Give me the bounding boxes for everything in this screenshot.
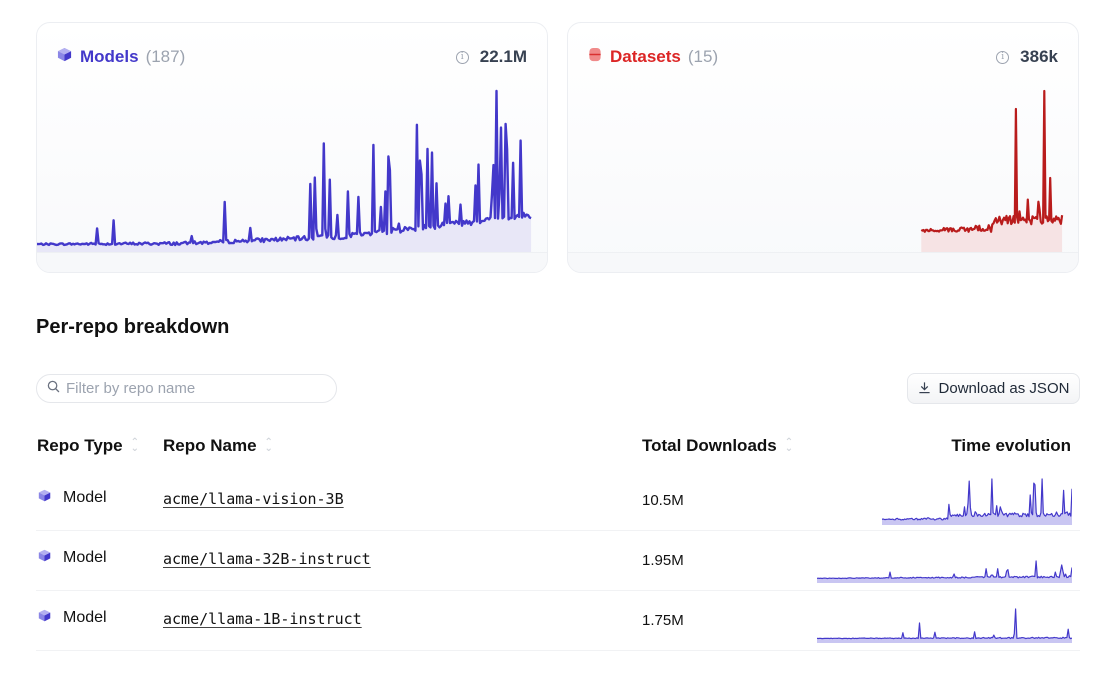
sort-icon[interactable]: ⌃ ⌄ [785,438,793,454]
col-header-time-evolution: Time evolution [951,436,1071,456]
series-area [817,561,1072,583]
cube-icon [38,489,51,507]
download-json-label: Download as JSON [938,380,1070,397]
table-row: Model acme/llama-vision-3B 10.5M [36,471,1080,531]
models-count: (187) [145,47,186,66]
total-downloads: 10.5M [642,492,684,509]
datasets-card: Datasets (15) i 386k [567,22,1079,273]
repo-type: Model [38,549,107,567]
col-header-label: Repo Name [163,436,257,455]
repo-name-link[interactable]: acme/llama-32B-instruct [163,550,371,568]
repo-type: Model [38,609,107,627]
datasets-chart [568,83,1078,255]
col-header-label: Time evolution [951,436,1071,455]
download-json-button[interactable]: Download as JSON [907,373,1080,404]
models-total: 22.1M [479,47,527,66]
series-area [37,91,532,255]
time-evolution-sparkline [882,477,1072,525]
models-card-header: Models (187) i 22.1M [57,45,527,69]
total-downloads: 1.75M [642,612,684,629]
filter-input[interactable] [66,380,306,397]
cube-icon [38,609,51,627]
sort-icon[interactable]: ⌃ ⌄ [265,438,273,454]
models-card: Models (187) i 22.1M [36,22,548,273]
models-chart [37,83,547,255]
repo-type-label: Model [63,609,107,626]
info-icon[interactable]: i [455,50,469,64]
table-row: Model acme/llama-1B-instruct 1.75M [36,591,1080,651]
col-header-repo-name[interactable]: Repo Name ⌃ ⌄ [163,436,273,456]
repo-type-label: Model [63,489,107,506]
database-icon [588,47,602,67]
table-row: Model acme/llama-32B-instruct 1.95M [36,531,1080,591]
repo-type-label: Model [63,549,107,566]
series-line [817,608,1072,640]
col-header-total-downloads[interactable]: Total Downloads ⌃ ⌄ [642,436,793,456]
section-title: Per-repo breakdown [36,316,230,338]
series-line [920,89,1064,233]
models-title: Models [80,47,139,66]
download-icon [918,381,931,397]
col-header-repo-type[interactable]: Repo Type ⌃ ⌄ [37,436,139,456]
datasets-card-header: Datasets (15) i 386k [588,45,1058,69]
repo-name-link[interactable]: acme/llama-vision-3B [163,490,344,508]
datasets-total: 386k [1020,47,1058,66]
col-header-label: Repo Type [37,436,123,455]
col-header-label: Total Downloads [642,436,777,455]
series-line [882,478,1072,521]
search-icon [47,380,60,398]
filter-field[interactable] [36,374,337,403]
datasets-count: (15) [687,47,719,66]
datasets-card-footer [568,252,1078,272]
cube-icon [57,47,72,67]
series-line [817,560,1072,580]
series-line [37,89,532,247]
info-icon[interactable]: i [996,50,1010,64]
models-card-footer [37,252,547,272]
total-downloads: 1.95M [642,552,684,569]
repo-type: Model [38,489,107,507]
time-evolution-sparkline [817,537,1072,585]
sort-icon[interactable]: ⌃ ⌄ [131,438,139,454]
time-evolution-sparkline [817,597,1072,645]
datasets-title: Datasets [610,47,681,66]
cube-icon [38,549,51,567]
repo-name-link[interactable]: acme/llama-1B-instruct [163,610,362,628]
